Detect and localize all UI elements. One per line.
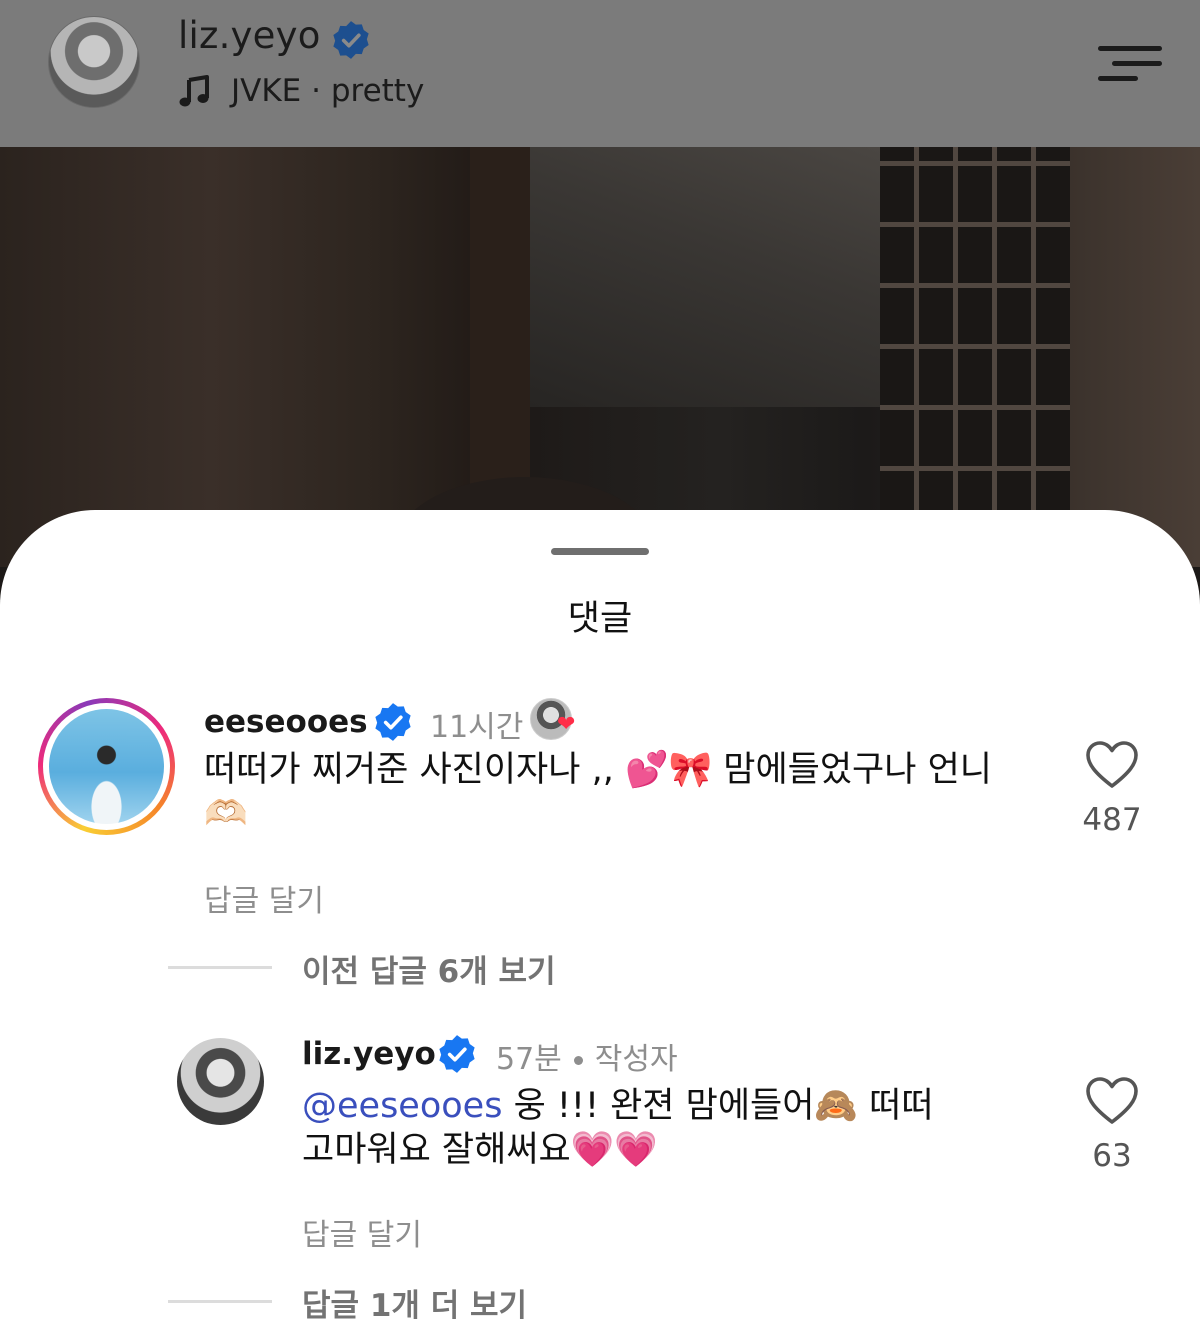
song-info[interactable]: JVKE · pretty bbox=[231, 73, 424, 109]
comment-text-line: @eeseooes 웅 !!! 완젼 맘에들어🙈 떠떠 bbox=[302, 1084, 1062, 1128]
verified-icon bbox=[439, 1035, 475, 1073]
replies-divider-line bbox=[168, 966, 272, 969]
photo-ceiling bbox=[530, 147, 880, 407]
comment-text: @eeseooes 웅 !!! 완젼 맘에들어🙈 떠떠 고마워요 잘해써요💗💗 bbox=[302, 1084, 1062, 1172]
view-more-replies-label: 답글 1개 더 보기 bbox=[302, 1288, 528, 1324]
reply-button[interactable]: 답글 달기 bbox=[204, 876, 324, 920]
author-avatar[interactable] bbox=[48, 16, 140, 108]
post-photo bbox=[0, 147, 1200, 567]
song-separator: · bbox=[301, 73, 331, 109]
comment-time: 11시간 bbox=[430, 710, 524, 745]
comment-text-line: 고마워요 잘해써요💗💗 bbox=[302, 1130, 658, 1170]
comment-username[interactable]: liz.yeyo bbox=[302, 1036, 436, 1072]
comment-text-line: 🫶🏻 bbox=[204, 794, 248, 834]
replier-avatar[interactable] bbox=[177, 1038, 264, 1125]
heart-outline-icon bbox=[1086, 1077, 1138, 1124]
music-note-icon bbox=[179, 75, 209, 107]
sheet-drag-handle[interactable] bbox=[551, 548, 649, 555]
verified-icon bbox=[375, 703, 411, 741]
view-previous-replies[interactable]: 이전 답글 6개 보기 bbox=[168, 946, 868, 990]
like-button[interactable]: 487 bbox=[1072, 740, 1152, 838]
view-previous-replies-label: 이전 답글 6개 보기 bbox=[302, 954, 556, 990]
replies-divider-line bbox=[168, 1300, 272, 1303]
comment-username[interactable]: eeseooes bbox=[204, 704, 368, 740]
reply-button[interactable]: 답글 달기 bbox=[302, 1210, 422, 1254]
menu-icon[interactable] bbox=[1098, 42, 1164, 86]
photo-door bbox=[0, 147, 470, 567]
like-count: 63 bbox=[1092, 1138, 1132, 1174]
comment-time: 57분 bbox=[496, 1042, 562, 1077]
comments-sheet: 댓글 eeseooes 11시간 ❤ 떠떠가 찌거준 사진이자나 ,, 💕🎀 맘… bbox=[0, 510, 1200, 1338]
photo-wall bbox=[1070, 147, 1200, 567]
comment-text-line: 떠떠가 찌거준 사진이자나 ,, 💕🎀 맘에들었구나 언니 bbox=[204, 750, 992, 790]
comment-text: 떠떠가 찌거준 사진이자나 ,, 💕🎀 맘에들었구나 언니 🫶🏻 bbox=[204, 748, 1064, 836]
sheet-title: 댓글 bbox=[567, 599, 633, 639]
photo-window-lattice bbox=[880, 147, 1070, 527]
author-username[interactable]: liz.yeyo bbox=[178, 14, 321, 57]
author-tag: 작성자 bbox=[594, 1042, 678, 1077]
mention-link[interactable]: @eeseooes bbox=[302, 1086, 502, 1126]
like-count: 487 bbox=[1082, 802, 1142, 838]
meta-dot-separator bbox=[573, 1056, 583, 1065]
like-button[interactable]: 63 bbox=[1072, 1076, 1152, 1174]
verified-icon bbox=[333, 21, 369, 59]
song-artist: JVKE bbox=[231, 73, 302, 109]
comment-meta: 57분 작성자 bbox=[496, 1034, 678, 1078]
heart-outline-icon bbox=[1086, 741, 1138, 788]
post-header: liz.yeyo JVKE · pretty bbox=[0, 0, 1200, 147]
avatar-image bbox=[49, 709, 164, 824]
author-liked-heart-icon: ❤ bbox=[557, 712, 576, 737]
avatar-ring-gap bbox=[43, 703, 170, 830]
song-title: pretty bbox=[330, 73, 425, 109]
view-more-replies[interactable]: 답글 1개 더 보기 bbox=[168, 1280, 868, 1324]
comment-text-rest: 웅 !!! 완젼 맘에들어🙈 떠떠 bbox=[502, 1086, 934, 1126]
commenter-avatar[interactable] bbox=[38, 698, 175, 835]
